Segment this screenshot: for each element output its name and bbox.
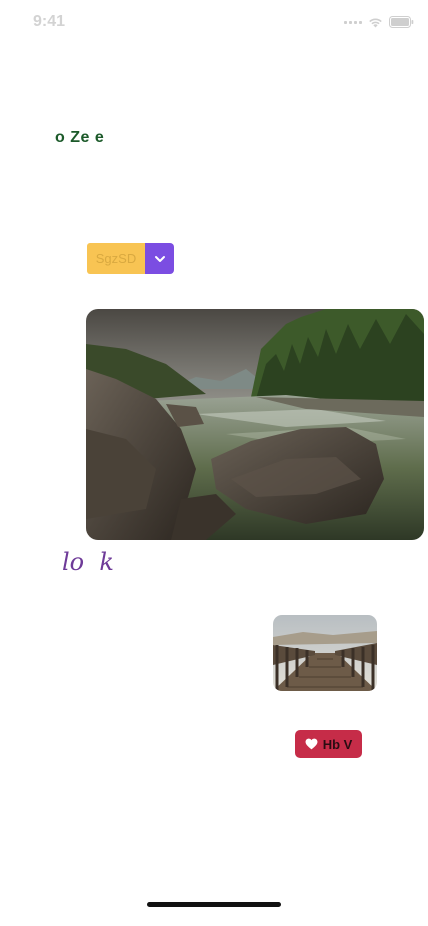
split-dropdown-button[interactable]: SgzSD — [87, 243, 174, 274]
wooden-bridge-image — [273, 615, 377, 691]
home-indicator[interactable] — [147, 902, 281, 907]
chevron-down-icon — [154, 255, 165, 262]
heading-text: o Ze e — [55, 129, 105, 146]
split-button-main[interactable]: SgzSD — [87, 243, 145, 274]
status-time: 9:41 — [33, 13, 66, 30]
split-button-toggle[interactable] — [145, 243, 174, 274]
status-icons — [344, 14, 414, 30]
river-landscape-image — [86, 309, 424, 540]
wifi-icon — [368, 17, 383, 28]
like-button-label: Hb V — [322, 736, 353, 752]
battery-icon — [389, 16, 414, 28]
like-button[interactable]: Hb V — [295, 730, 362, 758]
heart-icon — [305, 738, 318, 750]
italic-text: lo k — [62, 548, 114, 576]
signal-icon — [344, 20, 362, 24]
